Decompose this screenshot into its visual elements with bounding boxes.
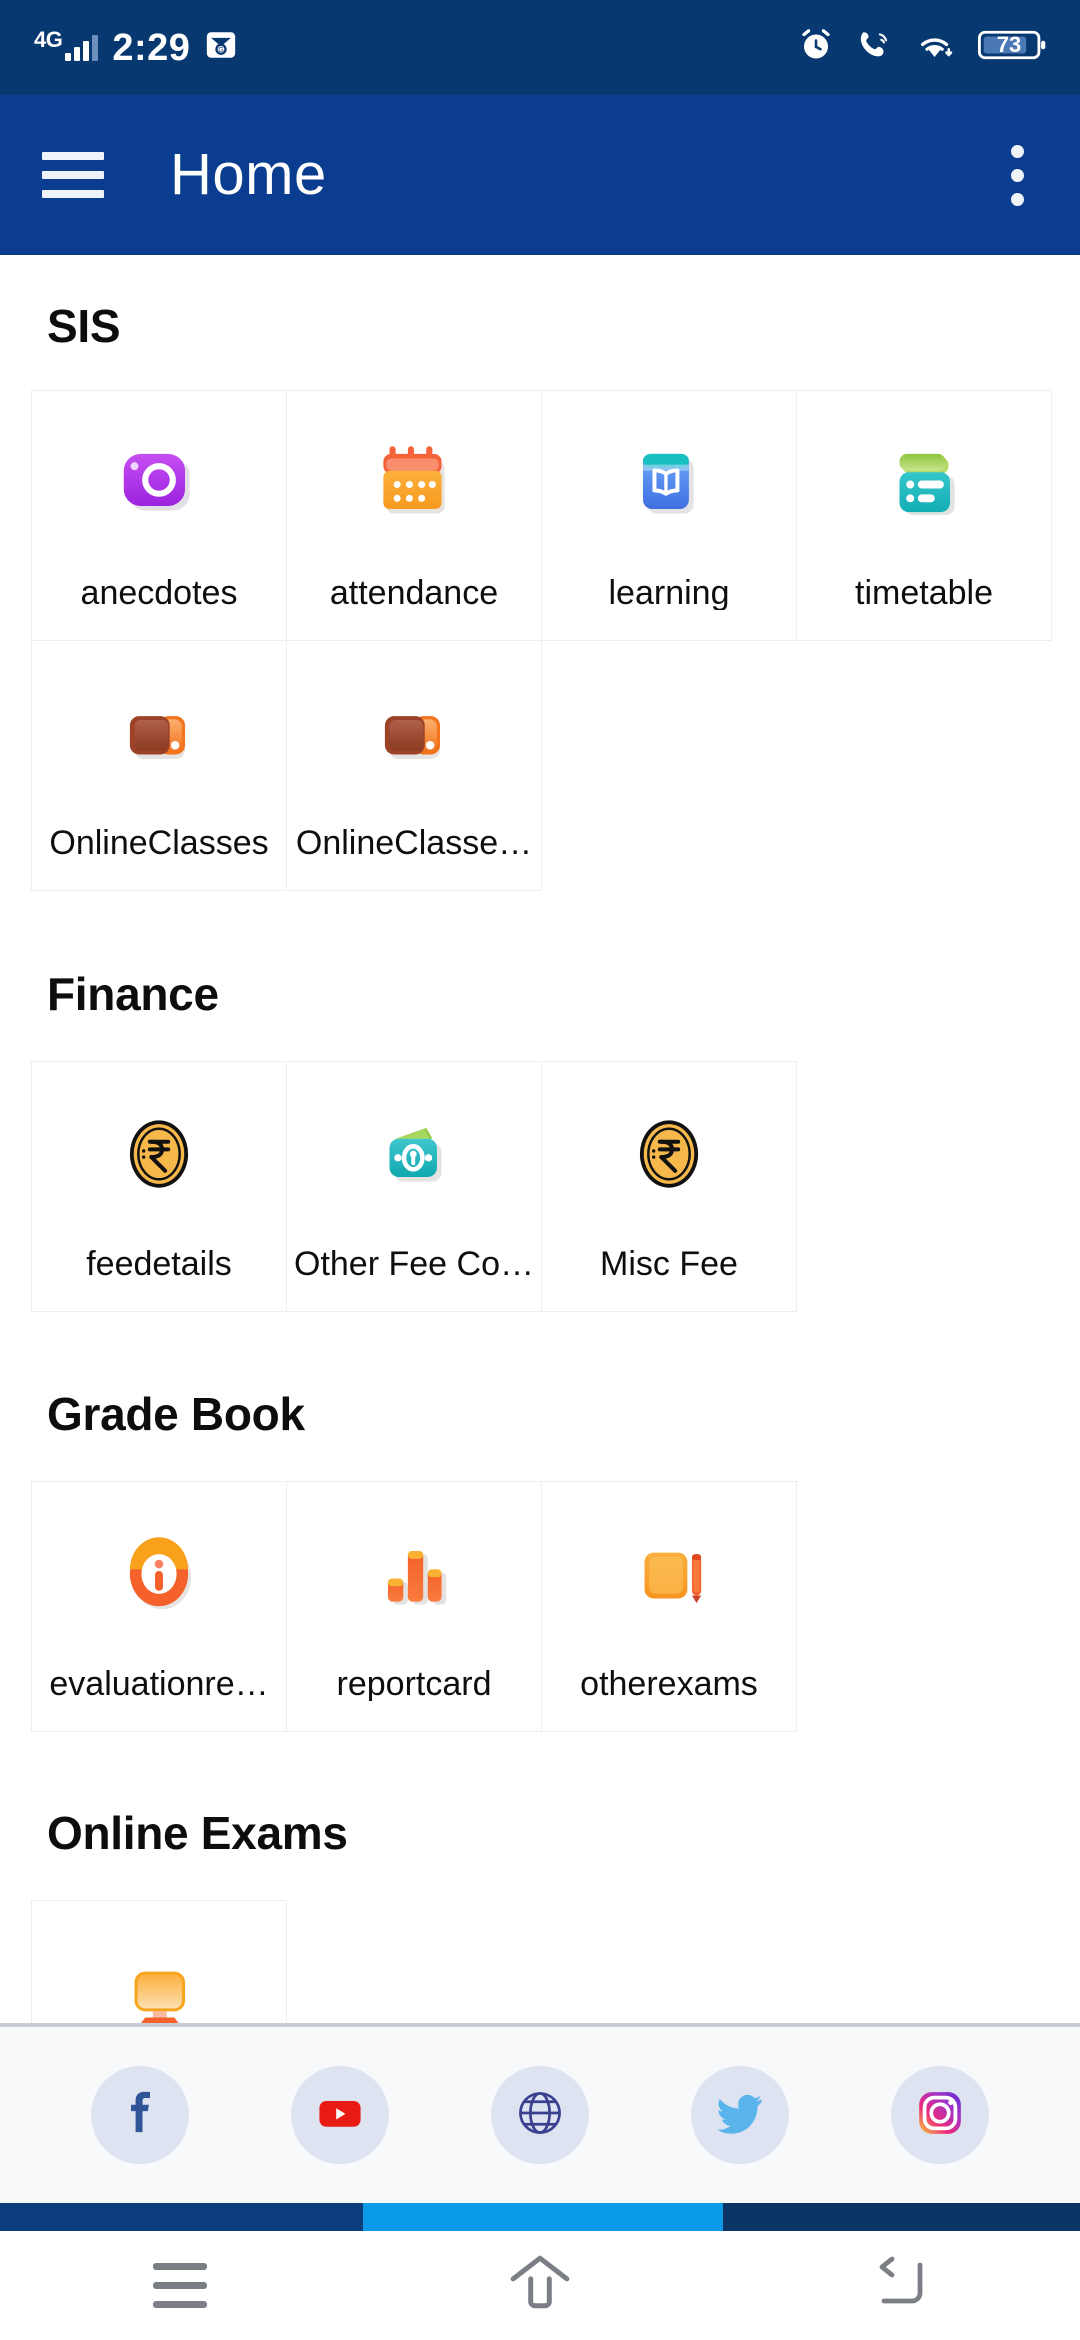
tile-label: OnlineClasse… xyxy=(295,826,533,860)
section-title: Online Exams xyxy=(47,1807,348,1859)
tile-evaluationreport[interactable]: evaluationre… xyxy=(31,1481,287,1732)
info-circle-icon xyxy=(110,1494,208,1654)
tile-label: feedetails xyxy=(86,1247,232,1281)
accent-strip-right xyxy=(723,2203,1080,2231)
hamburger-menu-icon[interactable] xyxy=(42,152,104,198)
social-link-instagram[interactable] xyxy=(891,2066,989,2164)
calendar-icon xyxy=(365,403,463,563)
rupee-coin-icon xyxy=(620,1074,718,1234)
bar-chart-icon xyxy=(365,1494,463,1654)
tile-other-fee-collection[interactable]: Other Fee Co… xyxy=(286,1061,542,1312)
social-link-facebook[interactable] xyxy=(91,2066,189,2164)
status-bar-right: 73 xyxy=(798,27,1046,68)
home-icon xyxy=(504,2252,576,2319)
accent-strip-left xyxy=(0,2203,363,2231)
home-button[interactable] xyxy=(480,2246,600,2326)
battery-icon: 73 xyxy=(978,28,1046,67)
page-title: Home xyxy=(170,142,327,207)
tile-timetable[interactable]: timetable xyxy=(796,390,1052,641)
tile-label: reportcard xyxy=(336,1667,492,1701)
tile-anecdotes[interactable]: anecdotes xyxy=(31,390,287,641)
timetable-icon xyxy=(875,403,973,563)
app-content[interactable]: SIS anecdotes attendance learning timeta… xyxy=(0,255,1080,2023)
globe-icon xyxy=(515,2088,565,2143)
tile-label: Other Fee Co… xyxy=(294,1247,534,1281)
accent-strip xyxy=(0,2203,1080,2231)
twitter-icon xyxy=(715,2088,765,2143)
tile-learning[interactable]: learning xyxy=(541,390,797,641)
social-link-website[interactable] xyxy=(491,2066,589,2164)
tile-grid: anecdotes attendance learning timetable … xyxy=(0,390,1080,891)
mail-icon: G xyxy=(204,28,238,67)
signal-bars-icon xyxy=(65,34,99,61)
tile-grid xyxy=(0,1900,1080,2023)
tile-label: attendance xyxy=(329,576,499,610)
tile-otherexams[interactable]: otherexams xyxy=(541,1481,797,1732)
section-title: Finance xyxy=(47,968,219,1020)
recents-button[interactable] xyxy=(120,2246,240,2326)
status-bar-left: 4G 2:29 G xyxy=(34,28,238,67)
status-bar: 4G 2:29 G 73 xyxy=(0,0,1080,95)
online-classes-icon xyxy=(110,653,208,813)
tile-label: otherexams xyxy=(580,1667,758,1701)
rupee-coin-icon xyxy=(110,1074,208,1234)
wifi-calling-icon xyxy=(856,28,894,67)
tile-online-exam[interactable] xyxy=(31,1900,287,2023)
section-title: Grade Book xyxy=(47,1388,305,1440)
app-bar: Home xyxy=(0,95,1080,255)
svg-text:G: G xyxy=(219,46,225,54)
back-icon xyxy=(867,2253,933,2318)
youtube-icon xyxy=(316,2089,364,2142)
back-button[interactable] xyxy=(840,2246,960,2326)
instagram-icon xyxy=(915,2088,965,2143)
tile-onlineclasses-1[interactable]: OnlineClasses xyxy=(31,640,287,891)
battery-level-label: 73 xyxy=(996,32,1022,57)
social-link-youtube[interactable] xyxy=(291,2066,389,2164)
wifi-icon xyxy=(916,28,956,67)
android-navigation-bar xyxy=(0,2231,1080,2340)
monitor-icon xyxy=(110,1913,208,2023)
social-link-twitter[interactable] xyxy=(691,2066,789,2164)
tile-feedetails[interactable]: feedetails xyxy=(31,1061,287,1312)
alarm-icon xyxy=(798,27,834,68)
camera-icon xyxy=(110,403,208,563)
social-links-bar xyxy=(0,2023,1080,2203)
tile-label: anecdotes xyxy=(80,576,238,610)
section-finance: Finance feedetails Other Fee Co… Misc Fe… xyxy=(0,890,1080,1312)
tile-grid: feedetails Other Fee Co… Misc Fee xyxy=(0,1061,1080,1312)
section-grade-book: Grade Book evaluationre… reportcard othe… xyxy=(0,1311,1080,1732)
network-indicator: 4G xyxy=(34,28,99,61)
tile-label: Misc Fee xyxy=(600,1247,738,1281)
facebook-icon xyxy=(117,2090,163,2141)
tile-label: learning xyxy=(608,576,730,610)
tile-onlineclasses-2[interactable]: OnlineClasse… xyxy=(286,640,542,891)
book-icon xyxy=(620,403,718,563)
recents-icon xyxy=(153,2263,207,2308)
overflow-menu-icon[interactable] xyxy=(997,137,1038,214)
tile-label: timetable xyxy=(855,576,993,610)
network-type-label: 4G xyxy=(34,26,63,52)
tile-grid: evaluationre… reportcard otherexams xyxy=(0,1481,1080,1732)
tile-label: OnlineClasses xyxy=(49,826,269,860)
online-classes-icon xyxy=(365,653,463,813)
tile-misc-fee[interactable]: Misc Fee xyxy=(541,1061,797,1312)
accent-strip-middle xyxy=(363,2203,723,2231)
tile-reportcard[interactable]: reportcard xyxy=(286,1481,542,1732)
section-sis: SIS anecdotes attendance learning timeta… xyxy=(0,255,1080,891)
tile-attendance[interactable]: attendance xyxy=(286,390,542,641)
tile-label: evaluationre… xyxy=(49,1667,269,1701)
wallet-icon xyxy=(365,1074,463,1234)
section-online-exams: Online Exams xyxy=(0,1731,1080,2023)
phone-screen: 4G 2:29 G 73 Home SIS anecdotes attendan… xyxy=(0,0,1080,2340)
status-bar-clock: 2:29 xyxy=(112,26,191,69)
section-title: SIS xyxy=(47,300,121,352)
notebook-pencil-icon xyxy=(620,1494,718,1654)
